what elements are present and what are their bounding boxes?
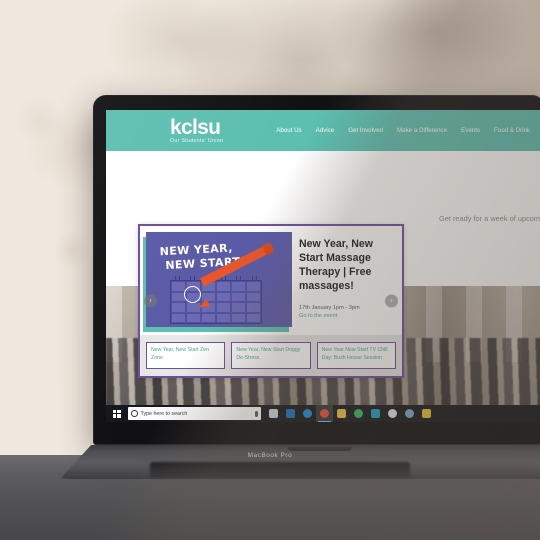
nav-item-events[interactable]: Events bbox=[461, 127, 480, 134]
carousel-slide: NEW YEAR, NEW START! New Year, New Start… bbox=[140, 226, 402, 335]
thumbnail-card[interactable]: New Year New Start TV Chill Day: Bush Ho… bbox=[316, 342, 396, 369]
base-notch bbox=[288, 447, 352, 451]
windows-taskbar: Type here to search bbox=[106, 405, 540, 422]
nav-item-make-a-difference[interactable]: Make a Difference bbox=[397, 127, 447, 134]
slide-content: New Year, New Start Massage Therapy | Fr… bbox=[299, 232, 396, 327]
nav-item-food-and-drink[interactable]: Food & Drink bbox=[494, 127, 530, 134]
circled-date-icon bbox=[184, 286, 201, 303]
macbook-brand-label: MacBook Pro bbox=[247, 452, 293, 459]
logo-wordmark: kclsu bbox=[170, 115, 221, 139]
thumbnail-label: New Year New Start TV Chill Day: Bush Ho… bbox=[321, 347, 388, 361]
cortana-circle-icon bbox=[131, 410, 138, 417]
taskbar-pinned-apps bbox=[265, 405, 435, 422]
microphone-icon[interactable] bbox=[255, 410, 258, 417]
file-explorer-icon[interactable] bbox=[333, 405, 350, 422]
chrome-icon[interactable] bbox=[316, 405, 333, 422]
poster-artwork: NEW YEAR, NEW START! bbox=[146, 232, 292, 327]
search-placeholder: Type here to search bbox=[140, 410, 188, 417]
carousel-next-icon[interactable]: › bbox=[385, 294, 398, 308]
start-button[interactable] bbox=[106, 405, 127, 422]
globe-icon[interactable] bbox=[350, 405, 367, 422]
notes-icon[interactable] bbox=[418, 405, 435, 422]
go-to-event-link[interactable]: Go to the event bbox=[299, 313, 394, 319]
site-header: kclsu Our Students' Union About Us Advic… bbox=[106, 110, 540, 151]
event-datetime: 17th January 1pm - 3pm bbox=[299, 305, 360, 312]
keyboard-shadow bbox=[150, 462, 410, 478]
task-view-icon[interactable] bbox=[265, 405, 282, 422]
thumbnail-label: New Year, New Start Doggy De-Stress bbox=[236, 347, 301, 361]
nav-item-get-involved[interactable]: Get Involved bbox=[348, 127, 383, 134]
hero-intro-text: Get ready for a week of upcoming events … bbox=[439, 214, 540, 223]
primary-navigation: About Us Advice Get Involved Make a Diff… bbox=[276, 127, 530, 134]
hero-section: Get ready for a week of upcoming events … bbox=[106, 151, 540, 422]
website-viewport: kclsu Our Students' Union About Us Advic… bbox=[106, 110, 540, 422]
event-title: New Year, New Start Massage Therapy | Fr… bbox=[299, 238, 374, 293]
site-logo[interactable]: kclsu Our Students' Union bbox=[170, 117, 223, 145]
events-carousel: ‹ › NEW YEAR, NEW START! New Year, New S… bbox=[138, 224, 404, 378]
windows-logo-icon bbox=[112, 409, 121, 418]
mail-app-icon[interactable] bbox=[401, 405, 418, 422]
settings-icon[interactable] bbox=[384, 405, 401, 422]
logo-tagline: Our Students' Union bbox=[170, 138, 224, 145]
calendar-icon bbox=[170, 280, 262, 324]
thumbnail-label: New Year, New Start Zen Zone bbox=[151, 347, 209, 361]
laptop-screen-lid: kclsu Our Students' Union About Us Advic… bbox=[93, 95, 540, 445]
thumbnail-card[interactable]: New Year, New Start Zen Zone bbox=[146, 342, 226, 369]
photos-icon[interactable] bbox=[367, 405, 384, 422]
photo-scene: kclsu Our Students' Union About Us Advic… bbox=[0, 0, 540, 540]
carousel-prev-icon[interactable]: ‹ bbox=[144, 294, 157, 308]
nav-item-advice[interactable]: Advice bbox=[316, 127, 335, 134]
carousel-thumbnails: New Year, New Start Zen Zone New Year, N… bbox=[140, 335, 402, 376]
event-poster[interactable]: NEW YEAR, NEW START! bbox=[143, 232, 292, 332]
thumbnail-card[interactable]: New Year, New Start Doggy De-Stress bbox=[231, 342, 311, 369]
outlook-icon[interactable] bbox=[282, 405, 299, 422]
taskbar-search-input[interactable]: Type here to search bbox=[128, 407, 261, 420]
edge-icon[interactable] bbox=[299, 405, 316, 422]
laptop-display: kclsu Our Students' Union About Us Advic… bbox=[106, 110, 540, 422]
nav-item-about-us[interactable]: About Us bbox=[276, 127, 301, 134]
